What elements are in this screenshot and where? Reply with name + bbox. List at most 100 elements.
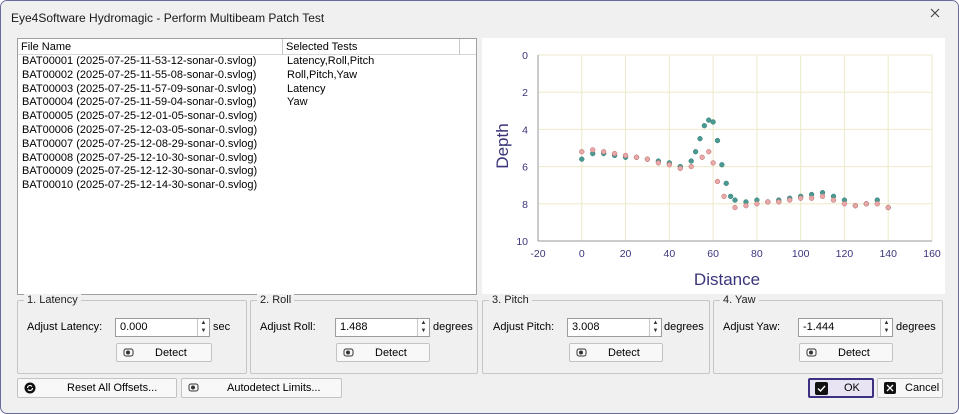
depth-point-series-2: [863, 201, 869, 207]
cancel-button[interactable]: Cancel: [877, 378, 943, 398]
roll-spin-arrows[interactable]: ▲ ▼: [417, 319, 429, 336]
y-tick-label: 6: [522, 162, 528, 174]
file-row[interactable]: BAT00006 (2025-07-25-12-03-05-sonar-0.sv…: [18, 124, 476, 138]
window-title: Eye4Software Hydromagic - Perform Multib…: [11, 11, 325, 25]
file-name-cell: BAT00009 (2025-07-25-12-12-30-sonar-0.sv…: [22, 165, 258, 178]
depth-point-series-1: [697, 136, 703, 142]
file-row[interactable]: BAT00008 (2025-07-25-12-10-30-sonar-0.sv…: [18, 152, 476, 166]
roll-detect-label: Detect: [375, 347, 407, 359]
yaw-unit: degrees: [896, 321, 936, 333]
file-row[interactable]: BAT00005 (2025-07-25-12-01-05-sonar-0.sv…: [18, 110, 476, 124]
latency-value[interactable]: 0.000: [120, 321, 148, 333]
yaw-value[interactable]: -1.444: [803, 321, 834, 333]
file-row[interactable]: BAT00002 (2025-07-25-11-55-08-sonar-0.sv…: [18, 69, 476, 83]
y-tick-label: 4: [522, 124, 528, 136]
x-tick-label: 100: [792, 248, 810, 260]
autodetect-icon: [188, 382, 200, 396]
depth-point-series-2: [841, 201, 848, 207]
latency-label: Adjust Latency:: [27, 321, 103, 333]
cancel-x-icon: [884, 382, 896, 397]
file-row[interactable]: BAT00010 (2025-07-25-12-14-30-sonar-0.sv…: [18, 179, 476, 193]
pitch-value[interactable]: 3.008: [572, 321, 600, 333]
depth-point-series-1: [710, 119, 716, 125]
file-name-cell: BAT00006 (2025-07-25-12-03-05-sonar-0.sv…: [22, 123, 258, 136]
depth-point-series-2: [808, 195, 815, 201]
yaw-spin-arrows[interactable]: ▲ ▼: [880, 319, 892, 336]
file-rows: BAT00001 (2025-07-25-11-53-12-sonar-0.sv…: [18, 55, 476, 193]
ok-button[interactable]: OK: [808, 378, 874, 398]
x-tick-label: 160: [923, 248, 941, 260]
latency-spinner[interactable]: 0.000 ▲ ▼: [115, 318, 210, 337]
depth-point-series-2: [885, 204, 891, 211]
yaw-detect-button[interactable]: Detect: [799, 343, 893, 362]
depth-point-series-2: [633, 154, 640, 160]
file-row[interactable]: BAT00003 (2025-07-25-11-57-09-sonar-0.sv…: [18, 83, 476, 97]
detect-icon: [576, 347, 588, 361]
column-header-selected-tests[interactable]: Selected Tests: [283, 39, 460, 55]
depth-point-series-2: [852, 203, 859, 209]
depth-point-series-1: [719, 162, 725, 168]
cancel-label: Cancel: [905, 382, 940, 394]
yaw-spinner[interactable]: -1.444 ▲ ▼: [798, 318, 893, 337]
pitch-spin-arrows[interactable]: ▲ ▼: [649, 319, 661, 336]
file-row[interactable]: BAT00001 (2025-07-25-11-53-12-sonar-0.sv…: [18, 55, 476, 69]
roll-value[interactable]: 1.488: [340, 321, 368, 333]
x-tick-label: 120: [836, 248, 854, 260]
x-tick-label: 80: [751, 248, 763, 260]
yaw-detect-label: Detect: [838, 347, 870, 359]
latency-unit: sec: [213, 321, 231, 333]
selected-tests-cell: Latency: [287, 82, 326, 95]
depth-distance-plot: -20 0 20 40 60 80 100 120 140 160 0 2 4 6 8 10 Distance D…: [493, 50, 941, 289]
detect-icon: [343, 347, 355, 361]
depth-point-series-2: [706, 149, 712, 155]
depth-point-series-2: [699, 154, 705, 160]
file-name-cell: BAT00003 (2025-07-25-11-57-09-sonar-0.sv…: [22, 82, 257, 95]
x-tick-label: -20: [530, 248, 545, 260]
x-tick-label: 0: [579, 248, 585, 260]
depth-point-series-2: [765, 199, 771, 205]
autodetect-limits-label: Autodetect Limits...: [227, 382, 321, 394]
depth-point-series-1: [714, 137, 721, 144]
latency-detect-button[interactable]: Detect: [116, 343, 212, 362]
x-tick-label: 40: [663, 248, 675, 260]
pitch-spinner[interactable]: 3.008 ▲ ▼: [567, 318, 662, 337]
yaw-group-title: 4. Yaw: [720, 294, 759, 306]
file-list[interactable]: File Name Selected Tests BAT00001 (2025-…: [17, 38, 477, 295]
depth-point-series-2: [710, 160, 716, 166]
file-row[interactable]: BAT00007 (2025-07-25-12-08-29-sonar-0.sv…: [18, 138, 476, 152]
depth-point-series-2: [601, 149, 607, 155]
depth-point-series-1: [732, 197, 738, 203]
file-row[interactable]: BAT00009 (2025-07-25-12-12-30-sonar-0.sv…: [18, 165, 476, 179]
file-row[interactable]: BAT00004 (2025-07-25-11-59-04-sonar-0.sv…: [18, 96, 476, 110]
detect-icon: [123, 347, 135, 361]
depth-point-series-2: [798, 195, 804, 201]
depth-point-series-2: [830, 197, 837, 203]
depth-point-series-1: [692, 149, 699, 155]
depth-point-series-1: [723, 180, 729, 186]
file-name-cell: BAT00007 (2025-07-25-12-08-29-sonar-0.sv…: [22, 137, 258, 150]
y-tick-label: 0: [522, 50, 528, 62]
pitch-detect-label: Detect: [608, 347, 640, 359]
roll-detect-button[interactable]: Detect: [336, 343, 430, 362]
autodetect-limits-button[interactable]: Autodetect Limits...: [181, 378, 342, 398]
reset-offsets-button[interactable]: Reset All Offsets...: [17, 378, 177, 398]
column-header-file-name[interactable]: File Name: [18, 39, 283, 55]
close-button[interactable]: [918, 3, 952, 23]
selected-tests-cell: Roll,Pitch,Yaw: [287, 68, 358, 81]
pitch-detect-button[interactable]: Detect: [569, 343, 663, 362]
depth-point-series-2: [666, 162, 672, 168]
x-tick-label: 20: [620, 248, 632, 260]
file-name-cell: BAT00002 (2025-07-25-11-55-08-sonar-0.sv…: [22, 68, 257, 81]
y-tick-label: 8: [522, 199, 528, 211]
depth-point-series-1: [579, 156, 585, 162]
depth-point-series-2: [819, 193, 826, 200]
file-name-cell: BAT00005 (2025-07-25-12-01-05-sonar-0.sv…: [22, 110, 258, 123]
depth-point-series-1: [688, 158, 694, 164]
roll-spinner[interactable]: 1.488 ▲ ▼: [335, 318, 430, 337]
depth-point-series-2: [754, 201, 760, 207]
latency-spin-arrows[interactable]: ▲ ▼: [197, 319, 209, 336]
pitch-unit: degrees: [664, 321, 704, 333]
pitch-group-title: 3. Pitch: [489, 294, 532, 306]
latency-detect-label: Detect: [155, 347, 187, 359]
depth-point-series-2: [622, 152, 629, 159]
